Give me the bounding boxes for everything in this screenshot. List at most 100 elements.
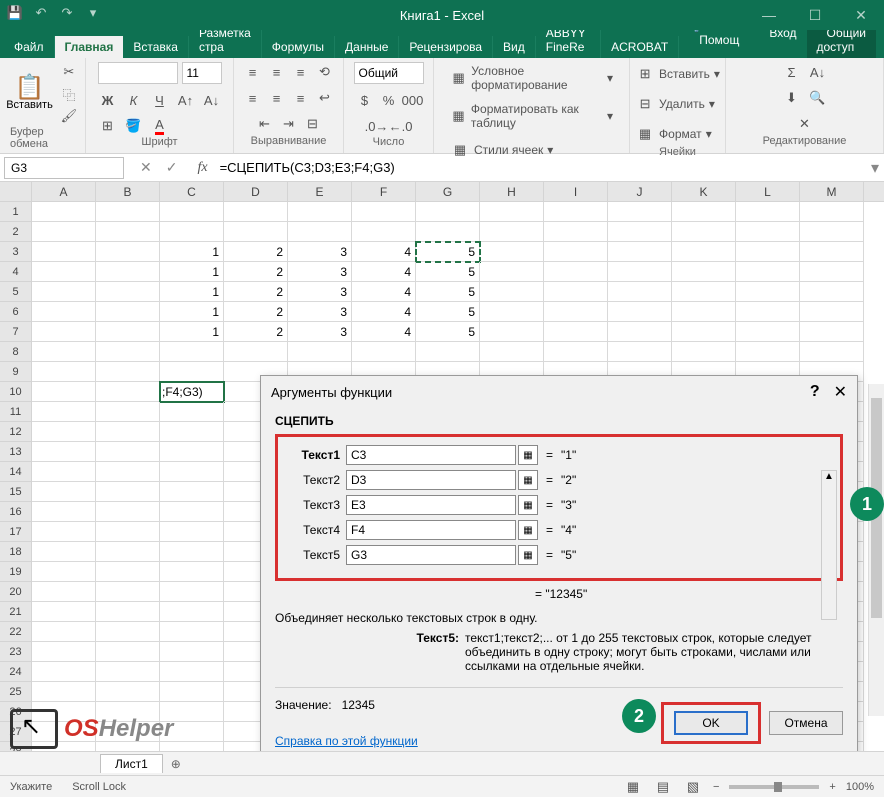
cell-G7[interactable]: 5: [416, 322, 480, 342]
cell-C17[interactable]: [160, 522, 224, 542]
cell-K2[interactable]: [672, 222, 736, 242]
zoom-slider[interactable]: [729, 785, 819, 789]
cut-icon[interactable]: ✂: [59, 62, 79, 82]
cell-J3[interactable]: [608, 242, 672, 262]
cell-B21[interactable]: [96, 602, 160, 622]
align-top-icon[interactable]: ≡: [243, 62, 263, 82]
redo-icon[interactable]: ↷: [58, 4, 76, 22]
save-icon[interactable]: 💾: [6, 4, 24, 22]
cell-H8[interactable]: [480, 342, 544, 362]
cell-B24[interactable]: [96, 662, 160, 682]
clear-icon[interactable]: ✕: [795, 114, 815, 134]
range-picker-2[interactable]: ▦: [518, 495, 538, 515]
row-header-20[interactable]: 20: [0, 582, 32, 602]
range-picker-3[interactable]: ▦: [518, 520, 538, 540]
cell-B4[interactable]: [96, 262, 160, 282]
view-normal-icon[interactable]: ▦: [623, 777, 643, 797]
copy-icon[interactable]: ⿻: [59, 84, 79, 104]
cell-B19[interactable]: [96, 562, 160, 582]
cell-E2[interactable]: [288, 222, 352, 242]
cell-C3[interactable]: 1: [160, 242, 224, 262]
col-header-L[interactable]: L: [736, 182, 800, 201]
col-header-C[interactable]: C: [160, 182, 224, 201]
autosum-icon[interactable]: Σ: [782, 62, 802, 82]
cell-D6[interactable]: 2: [224, 302, 288, 322]
cell-B16[interactable]: [96, 502, 160, 522]
cell-B5[interactable]: [96, 282, 160, 302]
cell-F8[interactable]: [352, 342, 416, 362]
cell-H6[interactable]: [480, 302, 544, 322]
cell-G8[interactable]: [416, 342, 480, 362]
cell-G5[interactable]: 5: [416, 282, 480, 302]
cell-D1[interactable]: [224, 202, 288, 222]
cell-A19[interactable]: [32, 562, 96, 582]
cell-G1[interactable]: [416, 202, 480, 222]
cell-C10[interactable]: ;F4;G3): [160, 382, 224, 402]
align-center-icon[interactable]: ≡: [267, 88, 287, 108]
cell-B14[interactable]: [96, 462, 160, 482]
row-header-2[interactable]: 2: [0, 222, 32, 242]
format-as-table-button[interactable]: ▦Форматировать как таблицу ▾: [444, 100, 619, 132]
cell-E5[interactable]: 3: [288, 282, 352, 302]
percent-icon[interactable]: %: [379, 90, 399, 110]
range-picker-0[interactable]: ▦: [518, 445, 538, 465]
sheet-tab-1[interactable]: Лист1: [100, 754, 163, 773]
cell-I7[interactable]: [544, 322, 608, 342]
row-header-5[interactable]: 5: [0, 282, 32, 302]
row-header-14[interactable]: 14: [0, 462, 32, 482]
cell-B11[interactable]: [96, 402, 160, 422]
cell-M2[interactable]: [800, 222, 864, 242]
zoom-in-button[interactable]: +: [829, 781, 835, 793]
cell-M8[interactable]: [800, 342, 864, 362]
cell-F6[interactable]: 4: [352, 302, 416, 322]
row-header-11[interactable]: 11: [0, 402, 32, 422]
row-header-1[interactable]: 1: [0, 202, 32, 222]
font-selector[interactable]: [98, 62, 178, 84]
select-all-corner[interactable]: [0, 182, 32, 201]
col-header-J[interactable]: J: [608, 182, 672, 201]
cell-C18[interactable]: [160, 542, 224, 562]
cell-B6[interactable]: [96, 302, 160, 322]
cell-A2[interactable]: [32, 222, 96, 242]
col-header-K[interactable]: K: [672, 182, 736, 201]
bold-icon[interactable]: Ж: [98, 90, 118, 110]
view-pagebreak-icon[interactable]: ▧: [683, 777, 703, 797]
cell-L2[interactable]: [736, 222, 800, 242]
row-header-25[interactable]: 25: [0, 682, 32, 702]
qat-dropdown-icon[interactable]: ▾: [84, 4, 102, 22]
cell-C19[interactable]: [160, 562, 224, 582]
cell-D7[interactable]: 2: [224, 322, 288, 342]
cell-I8[interactable]: [544, 342, 608, 362]
cell-F4[interactable]: 4: [352, 262, 416, 282]
cell-B22[interactable]: [96, 622, 160, 642]
cell-C16[interactable]: [160, 502, 224, 522]
cell-C4[interactable]: 1: [160, 262, 224, 282]
cancel-button[interactable]: Отмена: [769, 711, 843, 735]
row-header-4[interactable]: 4: [0, 262, 32, 282]
cell-I6[interactable]: [544, 302, 608, 322]
cell-A9[interactable]: [32, 362, 96, 382]
cell-M6[interactable]: [800, 302, 864, 322]
cell-L8[interactable]: [736, 342, 800, 362]
currency-icon[interactable]: $: [355, 90, 375, 110]
cell-J5[interactable]: [608, 282, 672, 302]
cell-E6[interactable]: 3: [288, 302, 352, 322]
maximize-button[interactable]: ☐: [792, 0, 838, 30]
cell-A10[interactable]: [32, 382, 96, 402]
cell-H7[interactable]: [480, 322, 544, 342]
minimize-button[interactable]: —: [746, 0, 792, 30]
col-header-F[interactable]: F: [352, 182, 416, 201]
cell-C23[interactable]: [160, 642, 224, 662]
cell-C5[interactable]: 1: [160, 282, 224, 302]
cell-A20[interactable]: [32, 582, 96, 602]
indent-dec-icon[interactable]: ⇤: [255, 114, 275, 134]
cell-F1[interactable]: [352, 202, 416, 222]
cell-K4[interactable]: [672, 262, 736, 282]
cell-A21[interactable]: [32, 602, 96, 622]
row-header-7[interactable]: 7: [0, 322, 32, 342]
cell-J2[interactable]: [608, 222, 672, 242]
font-size-selector[interactable]: [182, 62, 222, 84]
row-header-23[interactable]: 23: [0, 642, 32, 662]
row-header-22[interactable]: 22: [0, 622, 32, 642]
function-help-link[interactable]: Справка по этой функции: [275, 734, 418, 748]
